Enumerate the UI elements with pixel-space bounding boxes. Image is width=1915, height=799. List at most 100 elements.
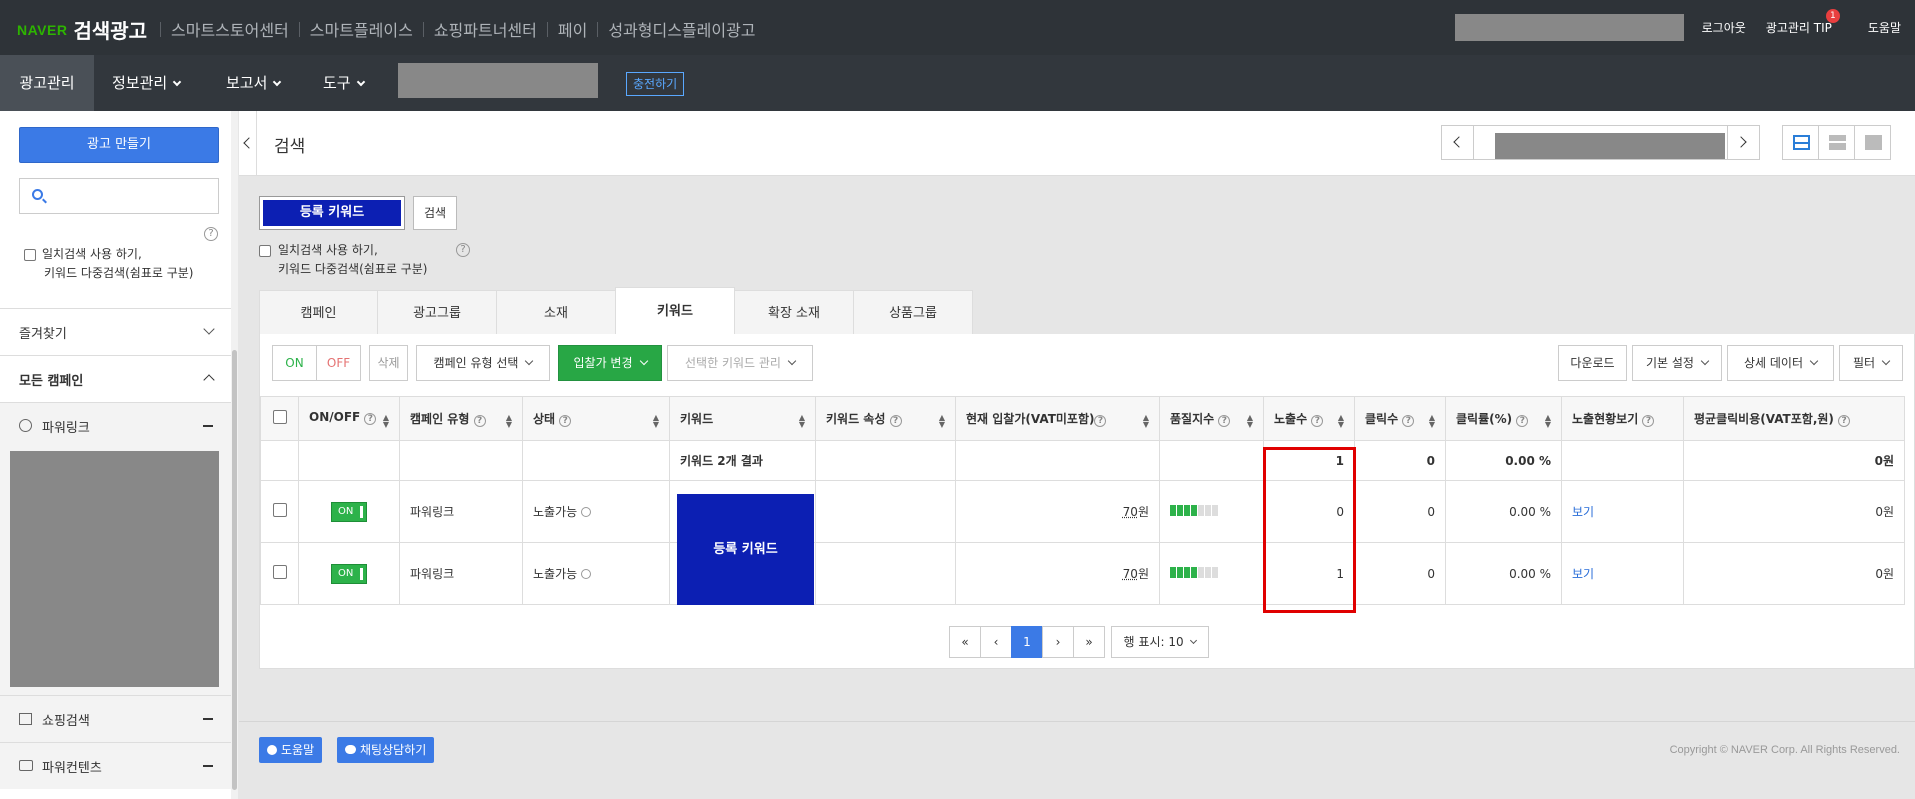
link-smartstore[interactable]: 스마트스토어센터 (171, 17, 289, 41)
sort-icon[interactable]: ▲ ▼ (1247, 413, 1253, 428)
header-bid[interactable]: 현재 입찰가(VAT미포함)? ▲ ▼ (955, 396, 1160, 441)
row-checkbox[interactable] (272, 565, 287, 579)
sidebar-power-contents[interactable]: 파워컨텐츠 (0, 742, 231, 789)
checkbox[interactable] (24, 249, 36, 261)
sort-icon[interactable]: ▲ ▼ (653, 413, 659, 428)
tab-adgroup[interactable]: 광고그룹 (377, 290, 497, 335)
basic-settings-select[interactable]: 기본 설정 (1632, 345, 1722, 381)
sort-icon[interactable]: ▲ ▼ (799, 413, 805, 428)
sort-icon[interactable]: ▲ ▼ (1338, 413, 1344, 428)
help-icon[interactable]: ? (1218, 414, 1231, 427)
last-page-button[interactable]: » (1073, 626, 1105, 658)
view-rows-button[interactable] (1818, 125, 1855, 160)
sidebar-scroll-thumb[interactable] (232, 350, 237, 790)
header-exposure-view[interactable]: 노출현황보기 ? (1561, 396, 1684, 441)
off-button[interactable]: OFF (316, 345, 361, 381)
bid-link[interactable]: 70 (1123, 505, 1138, 519)
logout-link[interactable]: 로그아웃 (1702, 19, 1746, 36)
keyword-manage-select[interactable]: 선택한 키워드 관리 (667, 345, 813, 381)
ad-tip-link[interactable]: 광고관리 TIP 1 (1766, 9, 1840, 36)
table-row[interactable]: ON 파워링크 노출가능 70원 0 0 0.00 % 보기 0원 (260, 480, 1905, 543)
sidebar-search-input[interactable] (19, 178, 219, 214)
keyword-overlay[interactable]: 등록 키워드 (677, 494, 814, 605)
view-split-button[interactable] (1782, 125, 1819, 160)
help-icon[interactable]: ? (1838, 415, 1851, 427)
on-toggle[interactable]: ON (331, 501, 367, 522)
sidebar-shopping[interactable]: 쇼핑검색 (0, 695, 231, 742)
view-link[interactable]: 보기 (1572, 567, 1594, 581)
prev-page-button[interactable]: ‹ (980, 626, 1012, 658)
nav-reports[interactable]: 보고서 (208, 55, 298, 111)
status-info-icon[interactable] (581, 507, 592, 517)
link-shopping-partner[interactable]: 쇼핑파트너센터 (434, 17, 537, 41)
help-link[interactable]: 도움말 (1868, 19, 1901, 36)
header-status[interactable]: 상태 ? ▲ ▼ (522, 396, 670, 441)
nav-ad-management[interactable]: 광고관리 (0, 55, 94, 111)
view-link[interactable]: 보기 (1572, 505, 1594, 519)
download-button[interactable]: 다운로드 (1558, 345, 1627, 381)
help-icon[interactable]: ? (204, 227, 218, 241)
next-page-button[interactable]: › (1042, 626, 1074, 658)
header-onoff[interactable]: ON/OFF ? ▲ ▼ (298, 396, 400, 441)
prev-account-button[interactable] (1442, 126, 1474, 159)
collapse-icon[interactable] (203, 765, 213, 767)
header-select-all[interactable] (260, 396, 299, 441)
help-icon[interactable]: ? (559, 414, 572, 427)
collapse-sidebar-button[interactable] (239, 111, 257, 176)
collapse-icon[interactable] (203, 718, 213, 720)
sidebar-power-link[interactable]: 파워링크 (0, 402, 231, 449)
link-smartplace[interactable]: 스마트플레이스 (310, 17, 413, 41)
nav-info-management[interactable]: 정보관리 (94, 55, 198, 111)
tab-product-group[interactable]: 상품그룹 (853, 290, 973, 335)
first-page-button[interactable]: « (949, 626, 981, 658)
header-ctr[interactable]: 클릭률(%) ? ▲ ▼ (1445, 396, 1562, 441)
filter-select[interactable]: 필터 (1839, 345, 1903, 381)
header-keyword-attr[interactable]: 키워드 속성 ? ▲ ▼ (815, 396, 956, 441)
bid-change-button[interactable]: 입찰가 변경 (558, 345, 662, 381)
sort-icon[interactable]: ▲ ▼ (1429, 413, 1435, 428)
status-info-icon[interactable] (581, 569, 592, 579)
brand[interactable]: NAVER 검색광고 (17, 15, 147, 44)
tab-creative[interactable]: 소재 (496, 290, 616, 335)
sidebar-exact-match-checkbox[interactable]: 일치검색 사용 하기, 키워드 다중검색(쉼표로 구분) (24, 245, 193, 283)
keyword-search-input[interactable]: 등록 키워드 (259, 196, 405, 230)
collapse-icon[interactable] (203, 425, 213, 427)
help-icon[interactable]: ? (1402, 414, 1415, 427)
help-icon[interactable]: ? (473, 414, 486, 427)
campaign-type-select[interactable]: 캠페인 유형 선택 (416, 345, 550, 381)
help-button[interactable]: 도움말 (259, 737, 323, 763)
tab-extension[interactable]: 확장 소재 (734, 290, 854, 335)
tab-campaign[interactable]: 캠페인 (259, 290, 378, 335)
on-toggle[interactable]: ON (331, 563, 367, 584)
header-avg-cpc[interactable]: 평균클릭비용(VAT포함,원) ? (1683, 396, 1905, 441)
help-icon[interactable]: ? (1094, 414, 1107, 427)
sort-icon[interactable]: ▲ ▼ (1545, 413, 1551, 428)
help-icon[interactable]: ? (1516, 414, 1529, 427)
sort-icon[interactable]: ▲ ▼ (939, 413, 945, 428)
sidebar-favorites[interactable]: 즐겨찾기 (0, 308, 231, 355)
header-quality[interactable]: 품질지수 ? ▲ ▼ (1159, 396, 1264, 441)
account-switcher[interactable] (1441, 125, 1760, 160)
table-row[interactable]: ON 파워링크 노출가능 70원 1 0 0.00 % 보기 0원 (260, 542, 1905, 605)
sort-icon[interactable]: ▲ ▼ (506, 413, 512, 428)
page-1-button[interactable]: 1 (1011, 626, 1043, 658)
header-campaign-type[interactable]: 캠페인 유형 ? ▲ ▼ (399, 396, 523, 441)
row-select[interactable] (260, 480, 299, 543)
charge-button[interactable]: 충전하기 (626, 72, 685, 96)
help-icon[interactable]: ? (1311, 414, 1324, 427)
checkbox[interactable] (259, 245, 271, 257)
row-checkbox[interactable] (272, 503, 287, 517)
next-account-button[interactable] (1727, 126, 1759, 159)
header-impressions[interactable]: 노출수 ? ▲ ▼ (1263, 396, 1355, 441)
help-icon[interactable]: ? (889, 414, 902, 427)
header-clicks[interactable]: 클릭수 ? ▲ ▼ (1354, 396, 1446, 441)
link-display-ads[interactable]: 성과형디스플레이광고 (608, 17, 755, 41)
help-icon[interactable]: ? (1642, 415, 1655, 427)
rows-per-page-select[interactable]: 행 표시: 10 (1111, 626, 1209, 658)
link-pay[interactable]: 페이 (558, 17, 587, 41)
chat-consult-button[interactable]: 채팅상담하기 (337, 737, 435, 763)
help-icon[interactable]: ? (456, 243, 470, 257)
search-button[interactable]: 검색 (413, 196, 457, 230)
tab-keyword[interactable]: 키워드 (615, 287, 735, 335)
exact-match-checkbox[interactable]: 일치검색 사용 하기, 키워드 다중검색(쉼표로 구분) ? (259, 241, 470, 279)
